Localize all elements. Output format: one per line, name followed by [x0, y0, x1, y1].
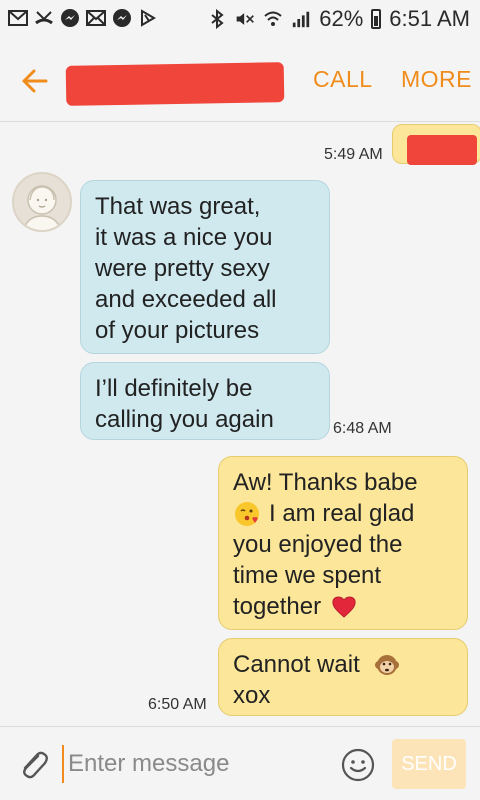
message-bubble-incoming[interactable]: That was great, it was a nice you were p… — [80, 180, 330, 354]
message-line-with-emoji: Cannot wait — [233, 649, 453, 680]
message-input[interactable] — [62, 745, 322, 783]
monkey-emoji-icon — [374, 652, 400, 678]
status-bar: 62% 6:51 AM — [0, 0, 480, 38]
contact-avatar[interactable] — [12, 172, 72, 232]
message-text-line: Aw! Thanks babe — [233, 469, 418, 496]
message-text-line: Cannot wait — [233, 651, 360, 678]
flag-icon — [138, 8, 158, 28]
mute-icon — [235, 9, 255, 29]
conversation-header: CALL MORE — [0, 38, 480, 122]
message-text-line: of your pictures — [95, 317, 260, 344]
message-text-line: I am real glad — [269, 500, 415, 527]
message-thread[interactable]: 5:49 AM That was great, it was a nice yo… — [0, 122, 480, 726]
message-text-line: and exceeded all — [95, 286, 277, 313]
clock: 6:51 AM — [389, 6, 470, 31]
wifi-icon — [263, 9, 283, 29]
message-timestamp: 6:48 AM — [333, 420, 392, 437]
more-button[interactable]: MORE — [401, 66, 472, 93]
message-line-with-emoji: I am real glad — [233, 498, 453, 529]
redacted-text — [407, 135, 477, 165]
message-bubble-outgoing[interactable]: Aw! Thanks babe I am real glad you enjoy… — [218, 456, 468, 630]
contact-name-redacted — [65, 62, 285, 106]
messenger-icon — [60, 8, 80, 28]
message-text-line: time we spent — [233, 562, 382, 589]
message-text-line: it was a nice you — [95, 224, 273, 251]
message-text-line: xox — [233, 682, 271, 709]
notification-icons — [8, 8, 158, 28]
battery-percent: 62% — [319, 6, 364, 31]
heart-icon — [331, 595, 357, 619]
back-arrow-icon[interactable] — [18, 64, 52, 98]
emoji-smiley-icon[interactable] — [340, 747, 376, 783]
messenger-icon — [112, 8, 132, 28]
signal-icon — [291, 9, 311, 29]
message-timestamp: 5:49 AM — [324, 146, 383, 163]
battery-icon — [371, 9, 382, 29]
send-button[interactable]: SEND — [392, 739, 466, 789]
message-bubble-incoming[interactable]: I’ll definitely be calling you again — [80, 362, 330, 440]
message-text-line: were pretty sexy — [95, 255, 270, 282]
message-text-line: I’ll definitely be — [95, 375, 253, 402]
attach-paperclip-icon[interactable] — [16, 747, 52, 783]
kiss-emoji-icon — [233, 500, 261, 528]
system-icons: 62% 6:51 AM — [207, 6, 470, 32]
bluetooth-icon — [207, 9, 227, 29]
mail-icon — [86, 8, 106, 28]
message-text-line: together — [233, 593, 322, 620]
call-button[interactable]: CALL — [313, 66, 373, 93]
message-timestamp: 6:50 AM — [148, 696, 207, 713]
message-text-line: calling you again — [95, 406, 274, 433]
gmail-icon — [8, 8, 28, 28]
missed-call-icon — [34, 8, 54, 28]
message-compose-bar: SEND — [0, 726, 480, 800]
message-bubble-outgoing[interactable]: Cannot wait xox — [218, 638, 468, 716]
message-text-line: That was great, — [95, 193, 261, 220]
message-text-line: you enjoyed the — [233, 531, 403, 558]
message-bubble-outgoing[interactable] — [392, 124, 480, 165]
message-line-with-emoji: together — [233, 591, 453, 622]
